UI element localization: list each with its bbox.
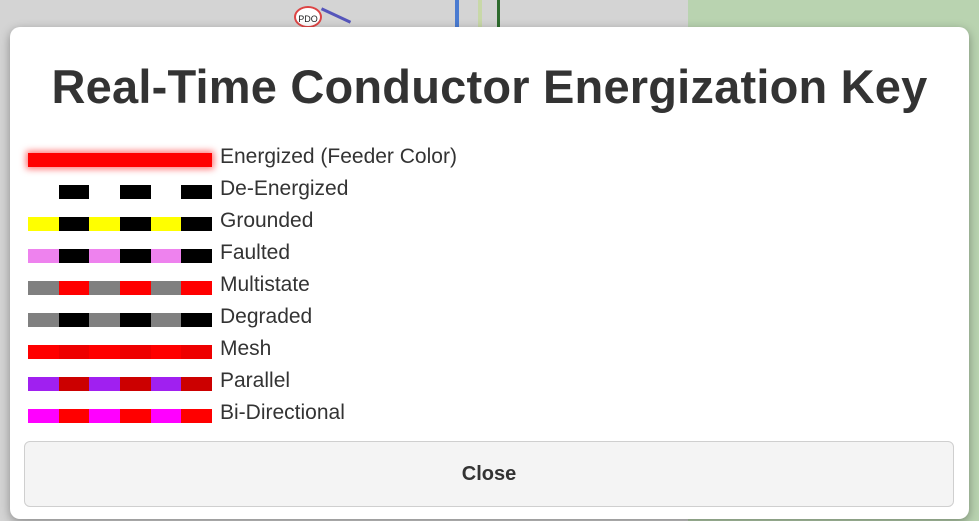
map-line [497,0,500,30]
swatch-segment [150,377,182,391]
swatch-segment [119,185,151,199]
swatch-segment [181,249,212,263]
swatch-segment [89,185,120,199]
swatch-segment [181,409,212,423]
swatch-segment [150,409,182,423]
swatch-segment [150,153,182,167]
swatch-segment [89,217,120,231]
swatch-segment [58,185,90,199]
map-line [455,0,459,30]
swatch-segment [150,345,182,359]
swatch-segment [58,377,90,391]
swatch-segment [28,249,59,263]
legend-item: Bi-Directional [28,400,457,432]
swatch-segment [28,377,59,391]
legend-swatch [28,153,212,167]
swatch-segment [119,377,151,391]
legend-label: Degraded [220,305,313,328]
swatch-segment [28,217,59,231]
legend-item: De-Energized [28,176,457,208]
swatch-segment [119,345,151,359]
swatch-segment [89,345,120,359]
legend-swatch [28,185,212,199]
swatch-segment [181,377,212,391]
swatch-segment [89,377,120,391]
swatch-segment [28,313,59,327]
legend-item: Multistate [28,272,457,304]
map-line [320,7,352,24]
swatch-segment [181,345,212,359]
legend-swatch [28,217,212,231]
swatch-segment [58,345,90,359]
swatch-segment [89,249,120,263]
legend-swatch [28,377,212,391]
swatch-segment [150,249,182,263]
legend-label: Mesh [220,337,272,360]
legend-label: Faulted [220,241,291,264]
legend-label: De-Energized [220,177,349,200]
legend-swatch [28,281,212,295]
swatch-segment [119,313,151,327]
map-line [478,0,482,30]
swatch-segment [119,153,151,167]
legend-item: Faulted [28,240,457,272]
swatch-segment [89,281,120,295]
legend-item: Degraded [28,304,457,336]
legend-item: Grounded [28,208,457,240]
swatch-segment [181,281,212,295]
swatch-segment [28,153,59,167]
swatch-segment [119,249,151,263]
swatch-segment [28,345,59,359]
swatch-segment [28,409,59,423]
swatch-segment [181,313,212,327]
legend-label: Parallel [220,369,291,392]
legend-swatch [28,313,212,327]
swatch-segment [58,409,90,423]
legend-label: Grounded [220,209,314,232]
swatch-segment [150,281,182,295]
swatch-segment [89,313,120,327]
swatch-segment [58,281,90,295]
modal-title: Real-Time Conductor Energization Key [51,60,928,113]
legend-item: Energized (Feeder Color) [28,144,457,176]
legend-list: Energized (Feeder Color) De-Energized Grou… [28,144,457,432]
swatch-segment [89,409,120,423]
swatch-segment [119,409,151,423]
legend-label: Multistate [220,273,310,296]
close-button[interactable]: Close [24,441,954,507]
legend-swatch [28,409,212,423]
swatch-segment [119,217,151,231]
legend-item: Mesh [28,336,457,368]
swatch-segment [150,217,182,231]
swatch-segment [181,185,212,199]
legend-label: Energized (Feeder Color) [220,145,457,168]
swatch-segment [58,313,90,327]
swatch-segment [181,153,212,167]
swatch-segment [150,185,182,199]
swatch-segment [28,185,59,199]
pdo-marker[interactable]: PDO [294,6,322,28]
legend-swatch [28,249,212,263]
swatch-segment [58,217,90,231]
swatch-segment [150,313,182,327]
swatch-segment [28,281,59,295]
legend-swatch [28,345,212,359]
swatch-segment [58,153,90,167]
swatch-segment [119,281,151,295]
legend-item: Parallel [28,368,457,400]
swatch-segment [89,153,120,167]
swatch-segment [58,249,90,263]
legend-label: Bi-Directional [220,401,345,424]
energization-key-modal: Real-Time Conductor Energization Key Ene… [10,27,969,519]
swatch-segment [181,217,212,231]
